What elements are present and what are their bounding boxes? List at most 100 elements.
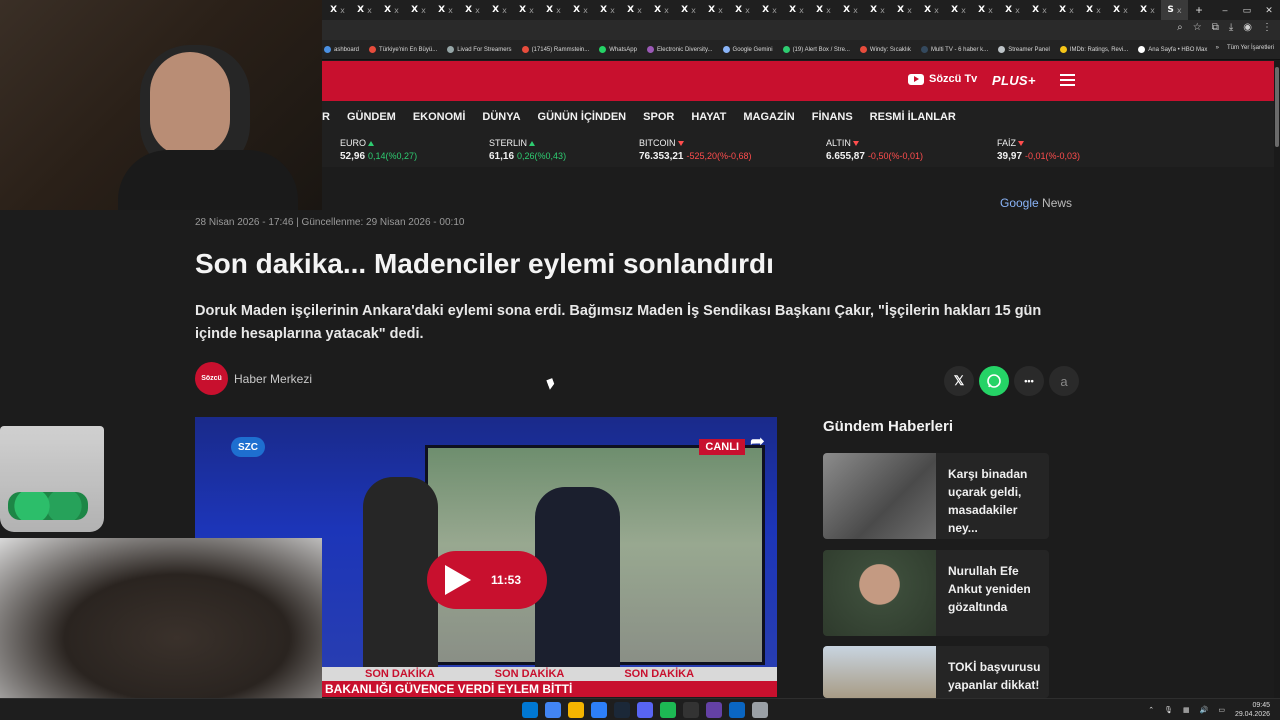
tab-close-icon[interactable]: x: [745, 6, 750, 15]
browser-tab[interactable]: Xx: [432, 0, 459, 20]
share-x-button[interactable]: 𝕏: [944, 366, 974, 396]
font-size-button[interactable]: a: [1049, 366, 1079, 396]
author-block[interactable]: Sözcü Haber Merkezi: [195, 362, 312, 395]
news-card[interactable]: Nurullah Efe Ankut yeniden gözaltında: [823, 550, 1049, 636]
bookmark-item[interactable]: Google Gemini: [722, 46, 773, 53]
ticker-item[interactable]: ALTIN 6.655,87 -0,50(%-0,01): [826, 138, 923, 162]
nav-item[interactable]: MAGAZİN: [743, 111, 794, 123]
browser-tab[interactable]: Xx: [378, 0, 405, 20]
taskbar-app-icon[interactable]: [591, 702, 607, 718]
menu-dots-icon[interactable]: ⋮: [1262, 22, 1272, 33]
browser-tab[interactable]: Xx: [729, 0, 756, 20]
ticker-item[interactable]: FAİZ 39,97 -0,01(%-0,03): [997, 138, 1080, 162]
tab-close-icon[interactable]: x: [907, 6, 912, 15]
browser-tab-active[interactable]: Sx: [1161, 0, 1188, 20]
battery-icon[interactable]: ▭: [1218, 706, 1225, 714]
tab-close-icon[interactable]: x: [1123, 6, 1128, 15]
browser-tab[interactable]: Xx: [405, 0, 432, 20]
browser-tab[interactable]: Xx: [621, 0, 648, 20]
bookmark-item[interactable]: WhatsApp: [599, 46, 637, 53]
nav-item[interactable]: FİNANS: [812, 111, 853, 123]
tab-close-icon[interactable]: x: [475, 6, 480, 15]
nav-item[interactable]: HAYAT: [691, 111, 726, 123]
taskbar-app-icon[interactable]: [660, 702, 676, 718]
tab-close-icon[interactable]: x: [583, 6, 588, 15]
bookmark-item[interactable]: Livad For Streamers: [447, 46, 512, 53]
page-scrollbar[interactable]: [1274, 61, 1280, 698]
tab-close-icon[interactable]: x: [961, 6, 966, 15]
tab-close-icon[interactable]: x: [367, 6, 372, 15]
nav-item[interactable]: DÜNYA: [482, 111, 520, 123]
bookmark-item[interactable]: Ana Sayfa • HBO Max: [1138, 46, 1207, 53]
browser-tab[interactable]: Xx: [810, 0, 837, 20]
new-tab-button[interactable]: +: [1188, 3, 1210, 17]
news-card[interactable]: TOKİ başvurusu yapanlar dikkat!: [823, 646, 1049, 698]
tab-close-icon[interactable]: x: [853, 6, 858, 15]
tab-close-icon[interactable]: x: [448, 6, 453, 15]
bookmark-item[interactable]: Windy: Sıcaklık: [859, 46, 911, 53]
tab-close-icon[interactable]: x: [934, 6, 939, 15]
network-icon[interactable]: ▦: [1183, 706, 1190, 714]
bookmark-item[interactable]: Streamer Panel: [998, 46, 1050, 53]
clock[interactable]: 09:45 29.04.2026: [1235, 701, 1270, 719]
more-bookmarks-button[interactable]: »: [1216, 45, 1219, 51]
browser-tab[interactable]: Xx: [324, 0, 351, 20]
close-window-button[interactable]: ✕: [1258, 0, 1280, 20]
ticker-item[interactable]: EURO 52,96 0,14(%0,27): [340, 138, 417, 162]
bookmark-item[interactable]: (19) Alert Box / Stre...: [782, 46, 850, 53]
maximize-button[interactable]: ▭: [1236, 0, 1258, 20]
extensions-icon[interactable]: ⧉: [1212, 22, 1219, 33]
taskbar-app-icon[interactable]: [683, 702, 699, 718]
nav-item[interactable]: GÜNDEM: [347, 111, 396, 123]
google-news-link[interactable]: Google News: [1000, 196, 1072, 210]
bookmark-item[interactable]: ashboard: [324, 46, 359, 53]
tab-close-icon[interactable]: x: [1177, 6, 1182, 15]
taskbar-app-icon[interactable]: [614, 702, 630, 718]
browser-tab[interactable]: Xx: [891, 0, 918, 20]
browser-tab[interactable]: Xx: [1080, 0, 1107, 20]
nav-item[interactable]: EKONOMİ: [413, 111, 466, 123]
share-more-button[interactable]: •••: [1014, 366, 1044, 396]
tab-close-icon[interactable]: x: [1150, 6, 1155, 15]
browser-tab[interactable]: Xx: [1107, 0, 1134, 20]
bookmark-item[interactable]: Electronic Diversity...: [646, 46, 713, 53]
tab-close-icon[interactable]: x: [502, 6, 507, 15]
taskbar-app-icon[interactable]: [522, 702, 538, 718]
minimize-button[interactable]: –: [1214, 0, 1236, 20]
sozcu-tv-link[interactable]: Sözcü Tv: [908, 73, 977, 85]
nav-item[interactable]: GÜNÜN İÇİNDEN: [538, 111, 627, 123]
browser-tab[interactable]: Xx: [513, 0, 540, 20]
browser-tab[interactable]: Xx: [675, 0, 702, 20]
taskbar-app-icon[interactable]: [729, 702, 745, 718]
video-share-icon[interactable]: ➦: [750, 431, 765, 452]
tab-close-icon[interactable]: x: [988, 6, 993, 15]
browser-tab[interactable]: Xx: [945, 0, 972, 20]
tab-close-icon[interactable]: x: [529, 6, 534, 15]
volume-icon[interactable]: 🔊: [1200, 706, 1209, 714]
search-icon[interactable]: ⌕: [1177, 22, 1183, 33]
tab-close-icon[interactable]: x: [691, 6, 696, 15]
tab-close-icon[interactable]: x: [1096, 6, 1101, 15]
scrollbar-thumb[interactable]: [1275, 67, 1279, 147]
browser-tab[interactable]: Xx: [486, 0, 513, 20]
browser-tab[interactable]: Xx: [1053, 0, 1080, 20]
tab-close-icon[interactable]: x: [1015, 6, 1020, 15]
ticker-item[interactable]: BITCOIN 76.353,21 -525,20(%-0,68): [639, 138, 752, 162]
browser-tab[interactable]: Xx: [972, 0, 999, 20]
microphone-icon[interactable]: 🎙: [1164, 706, 1173, 714]
tab-close-icon[interactable]: x: [1042, 6, 1047, 15]
share-whatsapp-button[interactable]: [979, 366, 1009, 396]
browser-tab[interactable]: Xx: [918, 0, 945, 20]
browser-tab[interactable]: Xx: [459, 0, 486, 20]
taskbar-app-icon[interactable]: [706, 702, 722, 718]
bookmark-star-icon[interactable]: ☆: [1193, 22, 1202, 33]
nav-item[interactable]: RESMİ İLANLAR: [870, 111, 956, 123]
bookmark-item[interactable]: Türkiye'nin En Büyü...: [369, 46, 437, 53]
bookmark-item[interactable]: Multi TV - 6 haber k...: [920, 46, 988, 53]
tab-close-icon[interactable]: x: [799, 6, 804, 15]
tab-close-icon[interactable]: x: [421, 6, 426, 15]
bookmark-item[interactable]: IMDb: Ratings, Revi...: [1059, 46, 1128, 53]
ticker-item[interactable]: STERLIN 61,16 0,26(%0,43): [489, 138, 566, 162]
tray-chevron-icon[interactable]: ⌃: [1148, 706, 1154, 714]
browser-tab[interactable]: Xx: [999, 0, 1026, 20]
